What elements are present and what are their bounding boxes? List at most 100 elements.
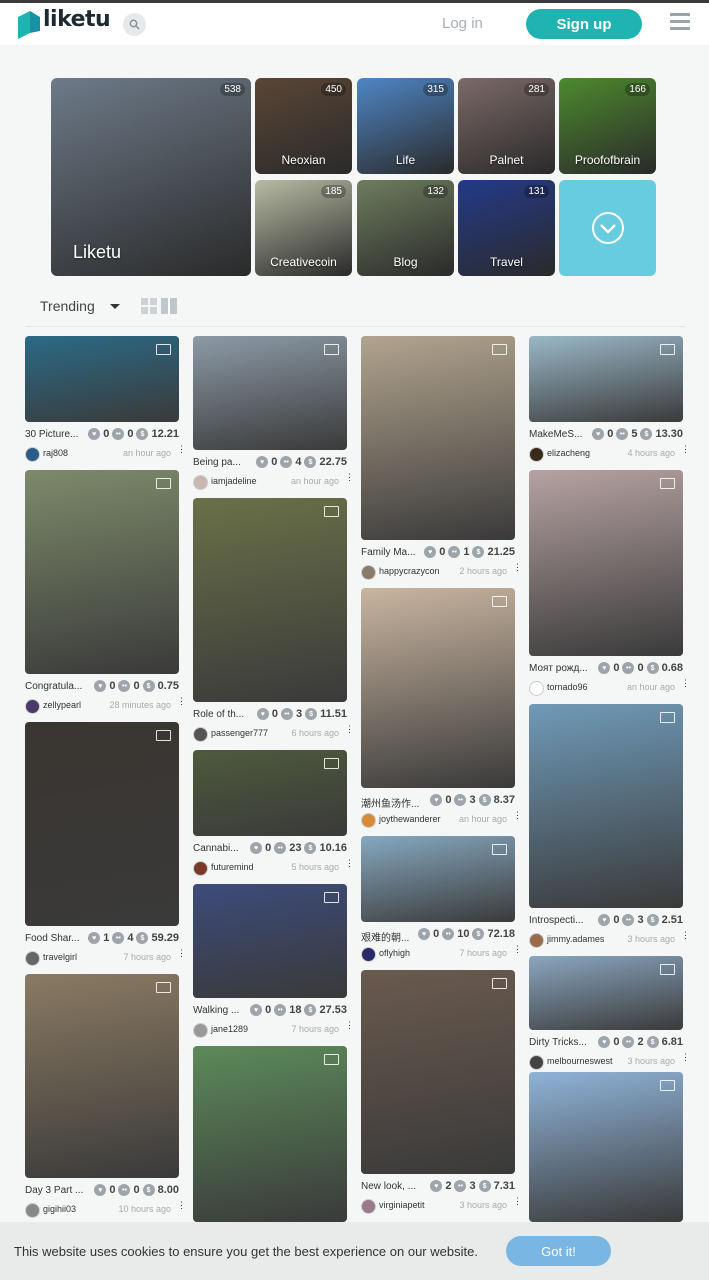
post-image[interactable] bbox=[193, 498, 347, 702]
more-options-icon[interactable]: ⋮ bbox=[513, 945, 522, 954]
community-tile-neoxian[interactable]: 450 Neoxian bbox=[255, 78, 352, 174]
more-options-icon[interactable]: ⋮ bbox=[345, 473, 354, 482]
grid-view-toggle-icon[interactable] bbox=[141, 297, 177, 315]
heart-icon[interactable]: ♥ bbox=[250, 842, 263, 854]
heart-icon[interactable]: ♥ bbox=[88, 428, 101, 440]
post-title[interactable]: Cannabi... bbox=[193, 843, 251, 854]
search-button[interactable] bbox=[123, 13, 146, 36]
post-title[interactable]: MakeMeS... bbox=[529, 429, 587, 440]
heart-icon[interactable]: ♥ bbox=[592, 428, 605, 440]
heart-icon[interactable]: ♥ bbox=[94, 680, 107, 692]
community-tile-life[interactable]: 315 Life bbox=[357, 78, 454, 174]
post-image[interactable] bbox=[529, 1072, 683, 1222]
more-options-icon[interactable]: ⋮ bbox=[681, 1053, 690, 1062]
post-title[interactable]: Day 3 Part ... bbox=[25, 1185, 83, 1196]
community-tile-blog[interactable]: 132 Blog bbox=[357, 180, 454, 276]
avatar[interactable] bbox=[25, 699, 40, 714]
post-author[interactable]: futuremind bbox=[211, 862, 254, 872]
post-card[interactable]: Day 3 Part ... ♥ 0 •• 0 $8.00 gigihii03 10… bbox=[25, 974, 186, 1218]
post-card[interactable]: Introspecti... ♥ 0 •• 3 $2.51 jimmy.adames… bbox=[529, 704, 690, 948]
more-options-icon[interactable]: ⋮ bbox=[513, 1197, 522, 1206]
more-options-icon[interactable]: ⋮ bbox=[345, 725, 354, 734]
heart-icon[interactable]: ♥ bbox=[418, 928, 431, 940]
post-card[interactable]: Моят рожд... ♥ 0 •• 0 $0.68 tornado96 an h… bbox=[529, 470, 690, 696]
post-title[interactable]: Being pa... bbox=[193, 457, 251, 468]
post-image[interactable] bbox=[193, 1046, 347, 1222]
community-tile-travel[interactable]: 131 Travel bbox=[458, 180, 555, 276]
post-author[interactable]: zellypearl bbox=[43, 700, 81, 710]
post-title[interactable]: Congratula... bbox=[25, 681, 83, 692]
post-title[interactable]: 30 Picture... bbox=[25, 429, 83, 440]
post-title[interactable]: New look, ... bbox=[361, 1181, 419, 1192]
more-options-icon[interactable]: ⋮ bbox=[345, 1021, 354, 1030]
avatar[interactable] bbox=[361, 813, 376, 828]
heart-icon[interactable]: ♥ bbox=[598, 662, 611, 674]
post-image[interactable] bbox=[25, 974, 179, 1178]
post-image[interactable] bbox=[529, 704, 683, 908]
post-card[interactable]: Food Shar... ♥ 1 •• 4 $59.29 travelgirl 7 … bbox=[25, 722, 186, 966]
caret-down-icon[interactable] bbox=[110, 304, 120, 309]
heart-icon[interactable]: ♥ bbox=[88, 932, 101, 944]
more-options-icon[interactable]: ⋮ bbox=[681, 445, 690, 454]
community-tile-proofofbrain[interactable]: 166 Proofofbrain bbox=[559, 78, 656, 174]
post-image[interactable] bbox=[529, 336, 683, 422]
hamburger-menu-icon[interactable] bbox=[670, 13, 690, 33]
avatar[interactable] bbox=[361, 1199, 376, 1214]
heart-icon[interactable]: ♥ bbox=[598, 1036, 611, 1048]
more-options-icon[interactable]: ⋮ bbox=[681, 931, 690, 940]
post-image[interactable] bbox=[529, 470, 683, 656]
post-image[interactable] bbox=[193, 884, 347, 998]
more-options-icon[interactable]: ⋮ bbox=[345, 859, 354, 868]
post-author[interactable]: melbourneswest bbox=[547, 1056, 613, 1066]
community-tile-creativecoin[interactable]: 185 Creativecoin bbox=[255, 180, 352, 276]
sort-dropdown[interactable]: Trending bbox=[40, 298, 95, 314]
post-author[interactable]: iamjadeline bbox=[211, 476, 257, 486]
post-author[interactable]: travelgirl bbox=[43, 952, 77, 962]
post-title[interactable]: 艰难的朝... bbox=[361, 929, 419, 944]
post-image[interactable] bbox=[361, 336, 515, 540]
post-card[interactable]: Walking ... ♥ 0 •• 18 $27.53 jane1289 7 ho… bbox=[193, 884, 354, 1038]
community-tile-liketu[interactable]: 538 Liketu bbox=[51, 78, 251, 276]
post-card[interactable] bbox=[529, 1072, 683, 1222]
post-card[interactable]: Congratula... ♥ 0 •• 0 $0.75 zellypearl 28… bbox=[25, 470, 186, 714]
logo-text[interactable]: liketu bbox=[43, 7, 111, 32]
post-card[interactable]: Cannabi... ♥ 0 •• 23 $10.16 futuremind 5 h… bbox=[193, 750, 354, 876]
post-author[interactable]: raj808 bbox=[43, 448, 68, 458]
post-title[interactable]: Family Ma... bbox=[361, 547, 419, 558]
community-tile-palnet[interactable]: 281 Palnet bbox=[458, 78, 555, 174]
login-link[interactable]: Log in bbox=[442, 15, 483, 32]
more-options-icon[interactable]: ⋮ bbox=[177, 445, 186, 454]
post-author[interactable]: joythewanderer bbox=[379, 814, 441, 824]
post-image[interactable] bbox=[193, 750, 347, 836]
post-card[interactable]: New look, ... ♥ 2 •• 3 $7.31 virginiapetit… bbox=[361, 970, 522, 1214]
avatar[interactable] bbox=[193, 475, 208, 490]
more-options-icon[interactable]: ⋮ bbox=[177, 949, 186, 958]
heart-icon[interactable]: ♥ bbox=[430, 1180, 443, 1192]
heart-icon[interactable]: ♥ bbox=[94, 1184, 107, 1196]
cookie-accept-button[interactable]: Got it! bbox=[506, 1236, 611, 1266]
avatar[interactable] bbox=[25, 1203, 40, 1218]
post-author[interactable]: gigihii03 bbox=[43, 1204, 76, 1214]
avatar[interactable] bbox=[193, 861, 208, 876]
more-communities-button[interactable] bbox=[559, 180, 656, 276]
post-author[interactable]: elizacheng bbox=[547, 448, 590, 458]
more-options-icon[interactable]: ⋮ bbox=[513, 811, 522, 820]
post-image[interactable] bbox=[25, 722, 179, 926]
avatar[interactable] bbox=[25, 447, 40, 462]
post-title[interactable]: Моят рожд... bbox=[529, 663, 587, 674]
post-card[interactable] bbox=[193, 1046, 347, 1222]
heart-icon[interactable]: ♥ bbox=[430, 794, 443, 806]
post-title[interactable]: 潮州鱼汤作... bbox=[361, 795, 419, 810]
post-title[interactable]: Food Shar... bbox=[25, 933, 83, 944]
post-image[interactable] bbox=[193, 336, 347, 450]
post-author[interactable]: jane1289 bbox=[211, 1024, 248, 1034]
post-author[interactable]: virginiapetit bbox=[379, 1200, 425, 1210]
more-options-icon[interactable]: ⋮ bbox=[513, 563, 522, 572]
post-image[interactable] bbox=[25, 336, 179, 422]
post-image[interactable] bbox=[361, 970, 515, 1174]
post-author[interactable]: happycrazycon bbox=[379, 566, 440, 576]
post-image[interactable] bbox=[361, 836, 515, 922]
avatar[interactable] bbox=[25, 951, 40, 966]
post-author[interactable]: jimmy.adames bbox=[547, 934, 604, 944]
heart-icon[interactable]: ♥ bbox=[424, 546, 437, 558]
